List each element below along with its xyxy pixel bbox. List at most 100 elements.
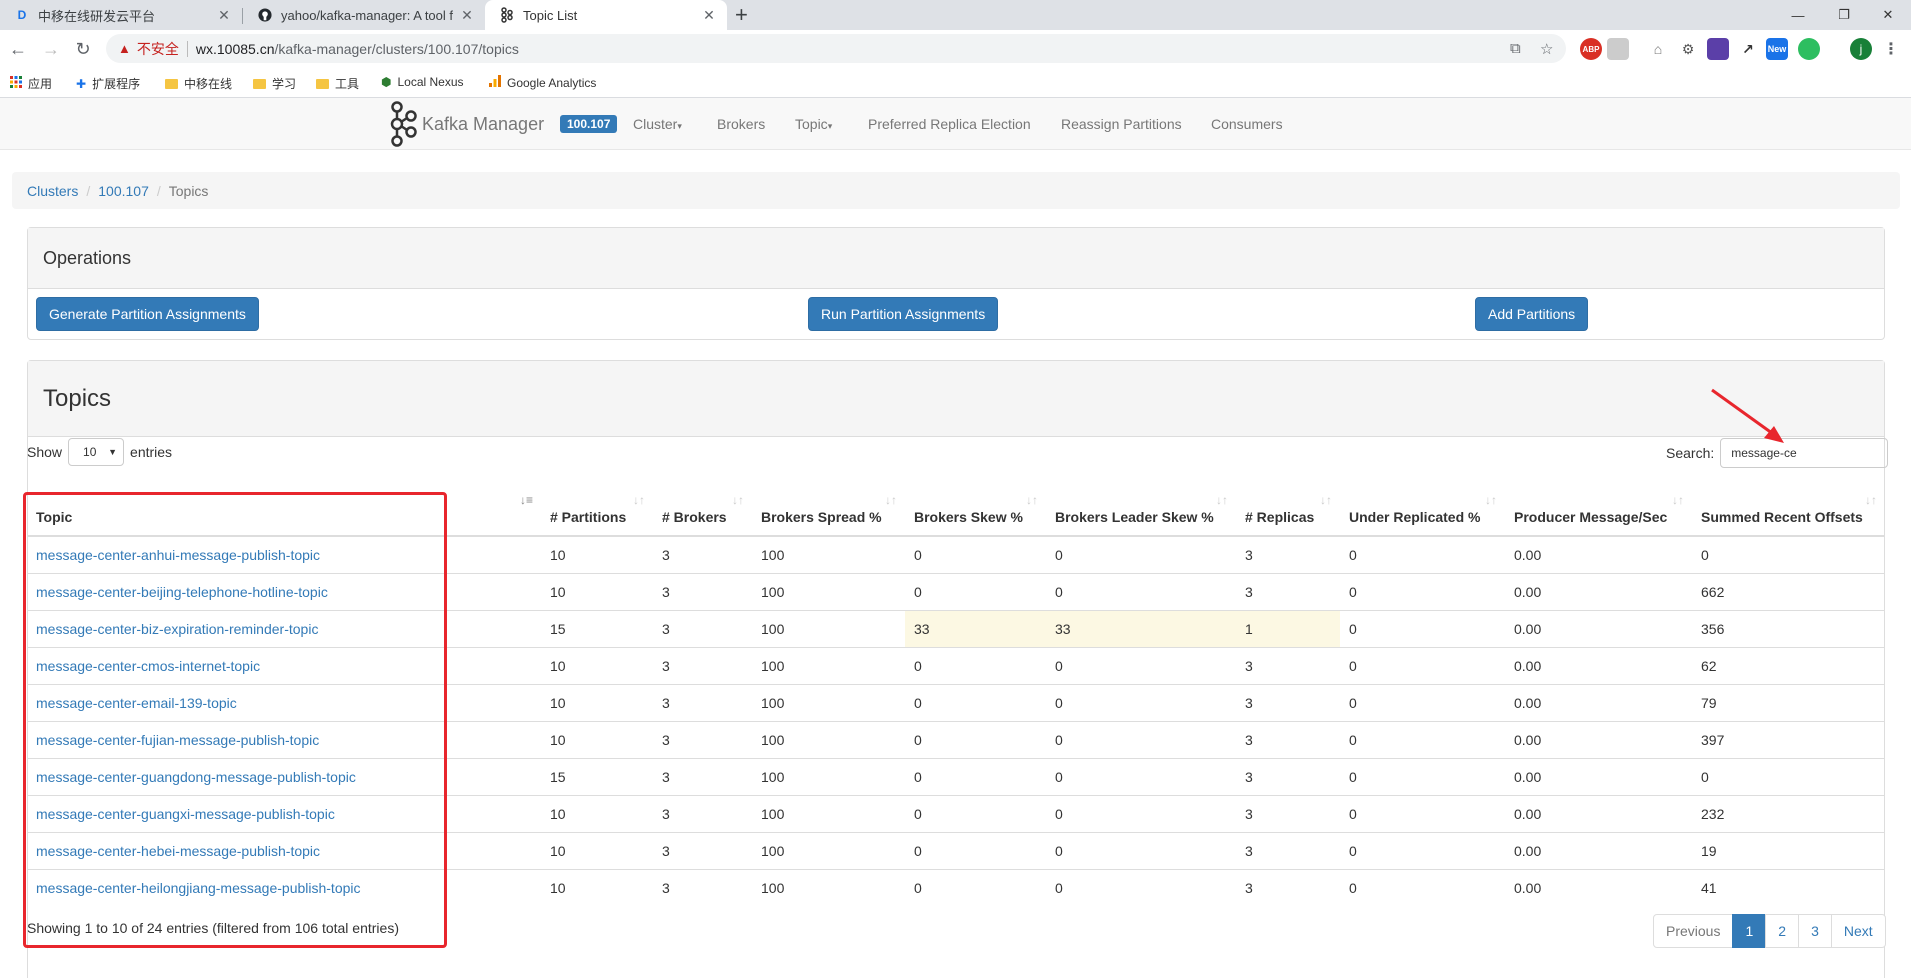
back-arrow-icon[interactable]: ← xyxy=(5,36,31,62)
pagination-next[interactable]: Next xyxy=(1830,914,1886,948)
restore-icon[interactable]: ❐ xyxy=(1821,0,1867,30)
sort-icon: ↓↑ xyxy=(1485,493,1497,507)
extension-chart-icon[interactable]: ↗ xyxy=(1737,38,1759,60)
new-tab-icon[interactable]: + xyxy=(735,2,748,28)
bookmark-folder-study[interactable]: 学习 xyxy=(253,75,296,92)
column-header-partitions[interactable]: # Partitions ↓↑ xyxy=(541,482,653,537)
bookmark-apps[interactable]: 应用 xyxy=(10,75,52,92)
bookmark-star-icon[interactable]: ☆ xyxy=(1540,34,1553,63)
close-icon[interactable]: ✕ xyxy=(459,7,475,24)
adblock-icon[interactable]: ABP xyxy=(1580,38,1602,60)
cell-under-replicated: 0 xyxy=(1340,795,1505,833)
minimize-icon[interactable]: — xyxy=(1775,0,1821,30)
cell-brokers-spread: 100 xyxy=(752,869,905,907)
browser-tab-github[interactable]: yahoo/kafka-manager: A tool f ✕ xyxy=(243,0,485,30)
bookmark-label: Google Analytics xyxy=(507,75,597,90)
column-header-brokers-skew[interactable]: Brokers Skew % ↓↑ xyxy=(905,482,1046,537)
bookmark-google-analytics[interactable]: Google Analytics xyxy=(489,75,596,90)
close-icon[interactable]: ✕ xyxy=(701,7,717,24)
cell-topic: message-center-beijing-telephone-hotline… xyxy=(27,573,541,611)
column-header-brokers-spread[interactable]: Brokers Spread % ↓↑ xyxy=(752,482,905,537)
cell-brokers-leader-skew: 0 xyxy=(1046,647,1236,685)
column-header-topic[interactable]: Topic ↓≡ xyxy=(27,482,541,537)
nav-cluster-dropdown[interactable]: Cluster▾ xyxy=(633,116,682,132)
column-header-brokers[interactable]: # Brokers ↓↑ xyxy=(653,482,752,537)
tab-title: 中移在线研发云平台 xyxy=(38,8,156,24)
extension-gear-icon[interactable]: ⚙ xyxy=(1677,38,1699,60)
topic-link[interactable]: message-center-guangxi-message-publish-t… xyxy=(36,806,335,822)
column-header-summed-recent-offsets[interactable]: Summed Recent Offsets ↓↑ xyxy=(1692,482,1885,537)
bookmark-local-nexus[interactable]: ⬢ Local Nexus xyxy=(381,75,464,89)
menu-kebab-icon[interactable]: ⋮ xyxy=(1880,38,1902,60)
table-row: message-center-anhui-message-publish-top… xyxy=(27,535,1885,574)
topic-link[interactable]: message-center-biz-expiration-reminder-t… xyxy=(36,621,318,637)
profile-avatar[interactable]: j xyxy=(1850,38,1872,60)
cell-producer-message-sec: 0.00 xyxy=(1505,573,1692,611)
bookmark-folder-zhongyi[interactable]: 中移在线 xyxy=(165,75,232,92)
extension-stack-icon[interactable]: ⌂ xyxy=(1647,38,1669,60)
nav-consumers[interactable]: Consumers xyxy=(1211,116,1283,132)
generate-partition-assignments-button[interactable]: Generate Partition Assignments xyxy=(36,297,259,331)
topic-link[interactable]: message-center-hebei-message-publish-top… xyxy=(36,843,320,859)
search-input[interactable]: message-ce xyxy=(1720,438,1889,468)
topic-link[interactable]: message-center-anhui-message-publish-top… xyxy=(36,547,320,563)
topic-link[interactable]: message-center-beijing-telephone-hotline… xyxy=(36,584,328,600)
browser-tab-topic-list[interactable]: Topic List ✕ xyxy=(485,0,727,30)
topic-link[interactable]: message-center-email-139-topic xyxy=(36,695,237,711)
cell-replicas: 3 xyxy=(1236,721,1340,759)
brand[interactable]: Kafka Manager xyxy=(388,100,544,148)
cell-brokers-leader-skew: 0 xyxy=(1046,758,1236,796)
pagination-previous[interactable]: Previous xyxy=(1653,914,1734,948)
url-path: /kafka-manager/clusters/100.107/topics xyxy=(274,40,519,57)
cell-brokers: 3 xyxy=(653,832,752,870)
topic-link[interactable]: message-center-cmos-internet-topic xyxy=(36,658,260,674)
browser-tab-devcloud[interactable]: D 中移在线研发云平台 ✕ xyxy=(0,0,242,30)
cell-brokers-leader-skew: 0 xyxy=(1046,721,1236,759)
forward-arrow-icon[interactable]: → xyxy=(38,36,64,62)
cell-partitions: 10 xyxy=(541,832,653,870)
column-label: # Replicas xyxy=(1245,509,1315,525)
entries-select[interactable]: 10 ▼ xyxy=(68,438,125,466)
cell-brokers-skew: 0 xyxy=(905,832,1046,870)
extension-cube-icon[interactable] xyxy=(1707,38,1729,60)
reload-icon[interactable]: ↻ xyxy=(70,36,96,62)
cell-partitions: 10 xyxy=(541,721,653,759)
run-partition-assignments-button[interactable]: Run Partition Assignments xyxy=(808,297,999,331)
cell-replicas: 3 xyxy=(1236,869,1340,907)
breadcrumb-clusters[interactable]: Clusters xyxy=(27,183,78,199)
topic-link[interactable]: message-center-guangdong-message-publish… xyxy=(36,769,356,785)
pagination-page-1[interactable]: 1 xyxy=(1732,914,1767,948)
breadcrumb-separator: / xyxy=(86,182,91,199)
url-bar[interactable]: ▲ 不安全 wx.10085.cn/kafka-manager/clusters… xyxy=(106,34,1566,63)
add-partitions-button[interactable]: Add Partitions xyxy=(1475,297,1589,331)
cell-topic: message-center-anhui-message-publish-top… xyxy=(27,535,541,574)
breadcrumb-cluster[interactable]: 100.107 xyxy=(98,183,149,199)
column-label: Under Replicated % xyxy=(1349,509,1481,525)
cell-summed-recent-offsets: 19 xyxy=(1692,832,1885,870)
close-icon[interactable]: ✕ xyxy=(216,7,232,24)
cell-brokers-skew: 0 xyxy=(905,869,1046,907)
column-header-brokers-leader-skew[interactable]: Brokers Leader Skew % ↓↑ xyxy=(1046,482,1236,537)
table-row: message-center-fujian-message-publish-to… xyxy=(27,721,1885,759)
nav-preferred-replica-election[interactable]: Preferred Replica Election xyxy=(868,116,1031,132)
pagination-page-3[interactable]: 3 xyxy=(1798,914,1832,948)
extension-new-icon[interactable]: New xyxy=(1766,38,1788,60)
bookmark-folder-tools[interactable]: 工具 xyxy=(316,75,359,92)
column-header-producer-message-sec[interactable]: Producer Message/Sec ↓↑ xyxy=(1505,482,1692,537)
translate-icon[interactable]: ⧉ xyxy=(1510,34,1521,63)
extension-grey-icon[interactable] xyxy=(1607,38,1629,60)
topic-link[interactable]: message-center-heilongjiang-message-publ… xyxy=(36,880,361,896)
nav-topic-dropdown[interactable]: Topic▾ xyxy=(795,116,832,132)
nav-reassign-partitions[interactable]: Reassign Partitions xyxy=(1061,116,1182,132)
topic-link[interactable]: message-center-fujian-message-publish-to… xyxy=(36,732,319,748)
evernote-icon[interactable] xyxy=(1798,38,1820,60)
nexus-icon: ⬢ xyxy=(381,75,392,89)
nav-brokers[interactable]: Brokers xyxy=(717,116,765,132)
pagination-page-2[interactable]: 2 xyxy=(1765,914,1800,948)
column-header-under-replicated[interactable]: Under Replicated % ↓↑ xyxy=(1340,482,1505,537)
window-close-icon[interactable]: ✕ xyxy=(1865,0,1911,30)
sort-desc-icon: ↓≡ xyxy=(519,493,533,507)
column-header-replicas[interactable]: # Replicas ↓↑ xyxy=(1236,482,1340,537)
cell-brokers-skew: 33 xyxy=(905,610,1046,648)
bookmark-extensions[interactable]: ✚ 扩展程序 xyxy=(76,75,140,92)
